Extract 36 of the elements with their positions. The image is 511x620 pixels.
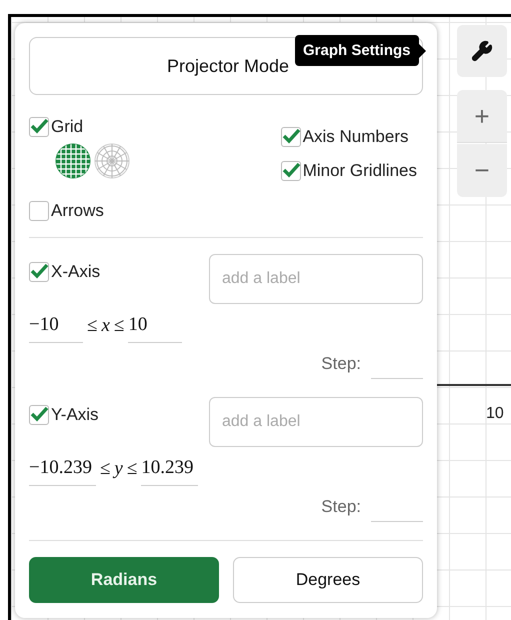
zoom-in-button[interactable]: + (457, 90, 507, 143)
settings-button[interactable] (457, 25, 507, 77)
checkbox[interactable] (29, 262, 49, 282)
zoom-out-button[interactable]: − (457, 144, 507, 197)
variable-name: y (114, 458, 123, 481)
checkbox[interactable] (29, 117, 49, 137)
tooltip-pointer-icon (418, 44, 426, 58)
axis-number: 10 (486, 405, 504, 423)
tooltip: Graph Settings (295, 35, 419, 66)
checkbox[interactable] (280, 127, 301, 147)
relation-symbol: ≤ (100, 458, 110, 481)
relation-symbol: ≤ (114, 315, 124, 338)
checkbox[interactable] (29, 405, 49, 425)
wrench-icon (471, 40, 493, 62)
axis-checkbox[interactable]: Y-Axis (29, 405, 99, 425)
angle-mode-button[interactable]: Radians (29, 557, 219, 603)
min-bound-field[interactable]: −10 (29, 314, 83, 343)
angle-mode-button[interactable]: Degrees (233, 557, 423, 603)
checkbox[interactable] (280, 161, 301, 181)
option-checkbox[interactable]: Axis Numbers (280, 127, 417, 147)
axis-label-field[interactable]: add a label (209, 397, 423, 447)
axis-checkbox[interactable]: X-Axis (29, 262, 100, 282)
square-grid-icon[interactable] (55, 143, 91, 179)
option-checkbox[interactable]: Minor Gridlines (280, 161, 417, 181)
max-bound-field[interactable]: 10 (128, 314, 182, 343)
variable-name: x (101, 315, 110, 338)
axis-label-field[interactable]: add a label (209, 254, 423, 304)
arrows-checkbox[interactable]: Arrows (29, 201, 423, 221)
step-label: Step: (321, 354, 361, 374)
relation-symbol: ≤ (87, 315, 98, 338)
min-bound-field[interactable]: −10.239 (29, 457, 96, 486)
checkbox[interactable] (29, 201, 49, 221)
max-bound-field[interactable]: 10.239 (141, 457, 198, 486)
step-label: Step: (321, 497, 361, 517)
relation-symbol: ≤ (126, 458, 138, 481)
grid-checkbox[interactable]: Grid (29, 117, 130, 137)
